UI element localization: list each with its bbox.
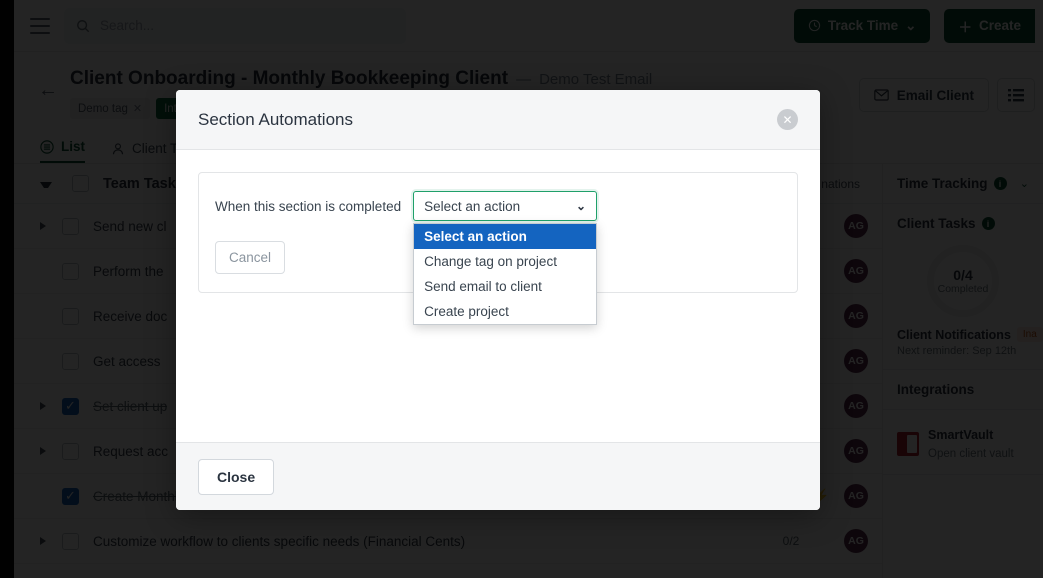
select-option[interactable]: Change tag on project xyxy=(414,249,596,274)
modal-footer: Close xyxy=(176,442,820,510)
close-button[interactable]: Close xyxy=(198,458,275,495)
modal-body: When this section is completed Select an… xyxy=(176,150,820,442)
close-icon[interactable]: ✕ xyxy=(777,109,798,130)
cancel-button[interactable]: Cancel xyxy=(215,241,285,274)
select-option[interactable]: Send email to client xyxy=(414,274,596,299)
condition-label: When this section is completed xyxy=(215,198,402,214)
modal-title: Section Automations xyxy=(198,109,353,129)
modal-header: Section Automations ✕ xyxy=(176,90,820,150)
action-select-menu[interactable]: Select an action Change tag on project Sen… xyxy=(413,223,598,325)
automation-condition-row: When this section is completed Select an… xyxy=(215,191,781,325)
automation-panel: When this section is completed Select an… xyxy=(198,172,798,325)
action-select[interactable]: Select an action ⌄ xyxy=(413,191,598,221)
chevron-down-icon: ⌄ xyxy=(576,199,587,213)
section-automations-modal: Section Automations ✕ When this section … xyxy=(176,90,820,510)
select-option[interactable]: Create project xyxy=(414,299,596,324)
app-root: Search... Track Time ⌄ ＋ Create ← Clie xyxy=(0,0,1043,578)
action-select-wrapper: Select an action ⌄ Select an action Chang… xyxy=(413,191,598,325)
action-select-value: Select an action xyxy=(424,198,521,214)
select-option[interactable]: Select an action xyxy=(414,224,597,249)
